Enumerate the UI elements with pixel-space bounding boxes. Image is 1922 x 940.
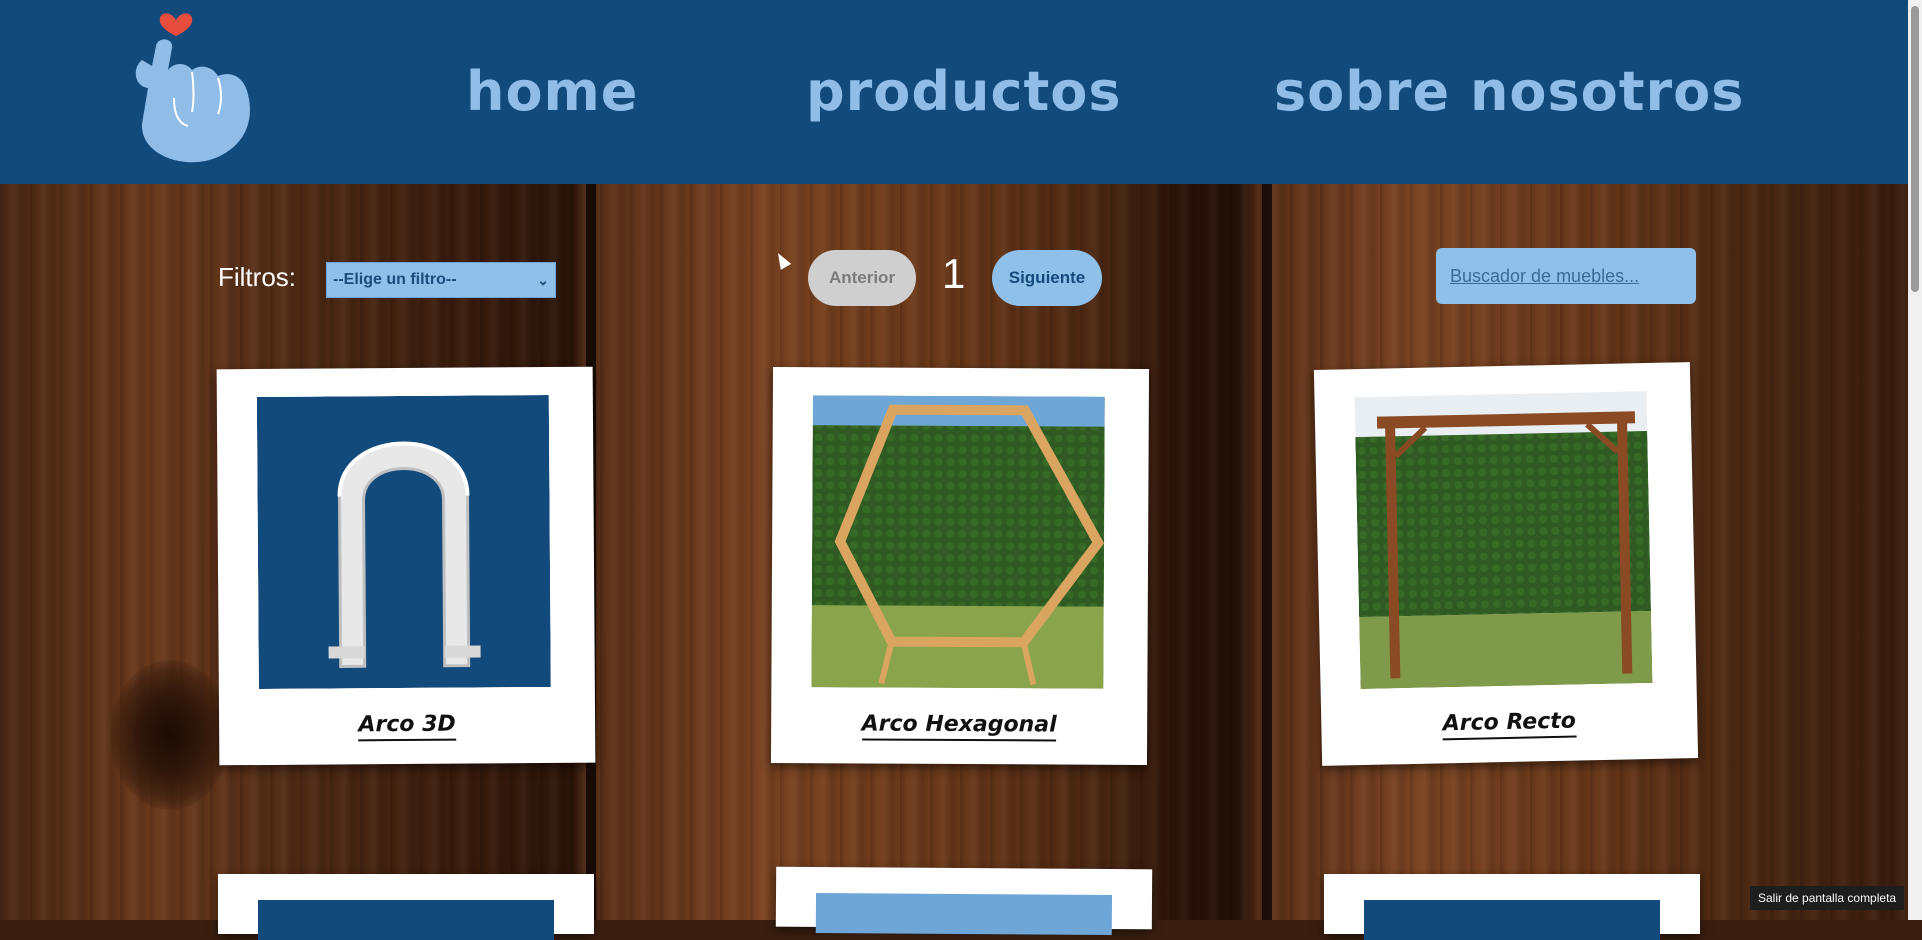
nav-sobre-nosotros[interactable]: sobre nosotros [1274,60,1744,123]
nav-productos[interactable]: productos [806,60,1122,123]
plank-gap [1262,184,1272,920]
product-image-arco-hexagonal [811,395,1105,689]
wood-knot [110,660,230,810]
vertical-scrollbar[interactable] [1908,0,1922,920]
product-card[interactable] [218,874,594,940]
product-image [1364,900,1660,940]
filters-label: Filtros: [218,262,296,292]
filter-selected-value: --Elige un filtro-- [333,271,457,288]
product-card[interactable] [1324,874,1700,940]
filter-select[interactable]: --Elige un filtro-- ⌄ [326,262,556,298]
product-image-arco-recto [1354,391,1653,690]
furniture-search-input[interactable] [1436,248,1696,304]
exit-fullscreen-hint[interactable]: Salir de pantalla completa [1750,886,1905,910]
product-image [815,892,1113,936]
product-title[interactable]: Arco 3D [358,711,456,742]
product-card-arco-hexagonal[interactable]: Arco Hexagonal [770,367,1150,765]
product-image-arco-3d [256,394,551,690]
product-image [258,900,554,940]
scrollbar-thumb[interactable] [1911,6,1919,292]
product-card-arco-recto[interactable]: Arco Recto [1313,362,1699,766]
product-title[interactable]: Arco Hexagonal [861,711,1057,742]
site-header: home productos sobre nosotros [0,0,1908,184]
product-title[interactable]: Arco Recto [1442,708,1577,741]
next-page-button[interactable]: Siguiente [992,250,1102,306]
page-number: 1 [942,250,966,297]
finger-heart-logo-icon[interactable] [128,6,260,166]
product-card-arco-3d[interactable]: Arco 3D [216,366,596,766]
nav-home[interactable]: home [466,60,638,123]
previous-page-button[interactable]: Anterior [808,250,916,306]
chevron-down-icon: ⌄ [537,272,549,288]
